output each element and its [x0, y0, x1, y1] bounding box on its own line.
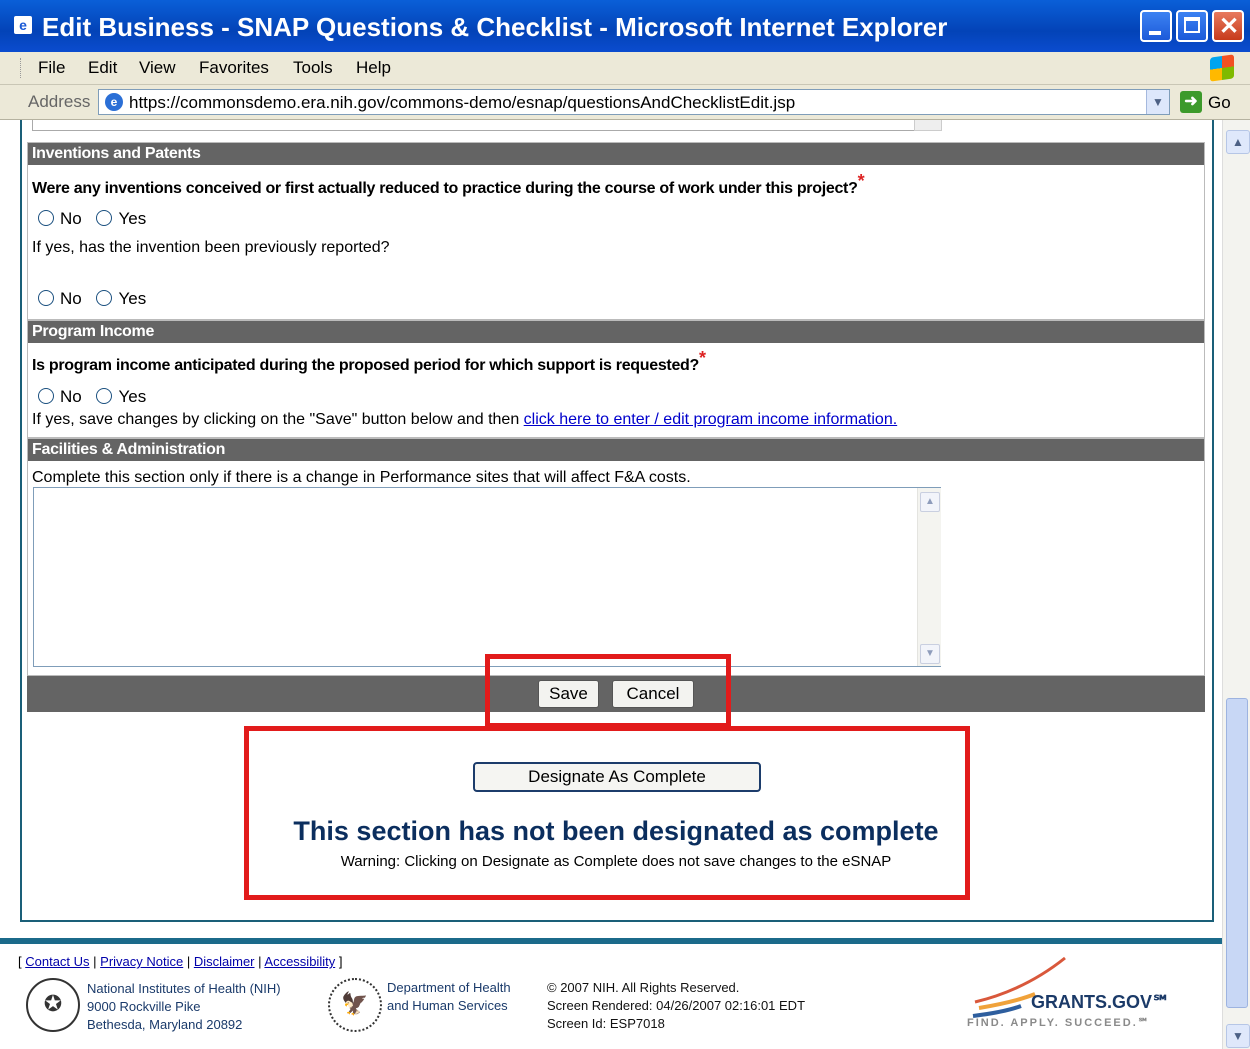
accessibility-link[interactable]: Accessibility	[264, 954, 335, 969]
hhs-line-1: Department of Health	[387, 980, 511, 995]
close-button[interactable]: ✕	[1212, 10, 1244, 42]
windows-logo-icon	[1210, 54, 1234, 82]
hhs-line-2: and Human Services	[387, 998, 508, 1013]
address-dropdown-icon[interactable]: ▼	[1146, 90, 1169, 114]
highlight-save-cancel	[485, 654, 731, 728]
nih-seal-icon: ✪	[26, 978, 80, 1032]
nih-street: 9000 Rockville Pike	[87, 999, 201, 1014]
facilities-textarea[interactable]	[33, 487, 941, 667]
inventions-no-radio[interactable]	[38, 210, 54, 226]
program-income-note: If yes, save changes by clicking on the …	[32, 411, 897, 429]
window-title-bar: e Edit Business - SNAP Questions & Check…	[0, 0, 1250, 52]
footer-divider	[0, 938, 1222, 944]
grants-gov-logo: GRANTS.GOV℠ FIND. APPLY. SUCCEED.℠	[965, 950, 1215, 1030]
close-icon: ✕	[1219, 13, 1240, 40]
previous-textarea-scrollbar	[914, 120, 942, 131]
menu-favorites[interactable]: Favorites	[199, 58, 269, 78]
toolbar-grip[interactable]	[20, 58, 23, 78]
minimize-button[interactable]	[1140, 10, 1172, 42]
program-income-header: Program Income	[28, 321, 1204, 343]
nih-address: National Institutes of Health (NIH) 9000…	[87, 980, 281, 1034]
nih-city: Bethesda, Maryland 20892	[87, 1017, 243, 1032]
menu-edit[interactable]: Edit	[88, 58, 117, 78]
highlight-designate	[244, 726, 970, 900]
program-income-link[interactable]: click here to enter / edit program incom…	[524, 411, 898, 428]
page-icon: e	[105, 93, 123, 111]
hhs-name: Department of Health and Human Services	[387, 979, 511, 1015]
hhs-seal-icon: 🦅	[328, 978, 382, 1032]
program-income-question-text: Is program income anticipated during the…	[32, 357, 700, 374]
screen-rendered: Screen Rendered: 04/26/2007 02:16:01 EDT	[547, 998, 806, 1013]
required-marker: *	[857, 171, 865, 191]
scroll-down-icon[interactable]: ▼	[920, 644, 940, 664]
inventions-yes-radio[interactable]	[96, 210, 113, 226]
go-button[interactable]: Go	[1208, 93, 1231, 113]
copyright: © 2007 NIH. All Rights Reserved.	[547, 980, 740, 995]
go-arrow-icon[interactable]: ➜	[1180, 91, 1202, 113]
disclaimer-link[interactable]: Disclaimer	[194, 954, 255, 969]
nih-name: National Institutes of Health (NIH)	[87, 981, 281, 996]
address-url[interactable]: https://commonsdemo.era.nih.gov/commons-…	[129, 93, 795, 113]
facilities-note: Complete this section only if there is a…	[32, 469, 691, 486]
page-scroll-down-icon[interactable]: ▼	[1226, 1024, 1250, 1048]
inventions-radio-group: No Yes	[38, 209, 156, 229]
grants-gov-tagline: FIND. APPLY. SUCCEED.℠	[967, 1017, 1151, 1029]
reported-yes-radio[interactable]	[96, 290, 113, 306]
facilities-section: Facilities & Administration Complete thi…	[27, 438, 1205, 676]
menu-help[interactable]: Help	[356, 58, 391, 78]
program-income-yes-radio[interactable]	[96, 388, 113, 404]
reported-no-label: No	[60, 289, 82, 308]
menu-file[interactable]: File	[38, 58, 65, 78]
menu-tools[interactable]: Tools	[293, 58, 333, 78]
facilities-header: Facilities & Administration	[28, 439, 1204, 461]
program-income-section: Program Income Is program income anticip…	[27, 320, 1205, 438]
footer-links: [ Contact Us | Privacy Notice | Disclaim…	[18, 954, 343, 969]
inventions-followup: If yes, has the invention been previousl…	[32, 239, 390, 256]
inventions-section: Inventions and Patents Were any inventio…	[27, 142, 1205, 320]
address-bar: Address e https://commonsdemo.era.nih.go…	[0, 85, 1250, 120]
reported-no-radio[interactable]	[38, 290, 54, 306]
program-income-note-text: If yes, save changes by clicking on the …	[32, 411, 520, 428]
internet-explorer-icon: e	[14, 16, 32, 34]
inventions-no-label: No	[60, 209, 82, 228]
inventions-yes-label: Yes	[118, 209, 147, 228]
page-viewport: Inventions and Patents Were any inventio…	[0, 120, 1222, 1049]
privacy-notice-link[interactable]: Privacy Notice	[100, 954, 183, 969]
facilities-textarea-scrollbar[interactable]: ▲ ▼	[917, 488, 941, 666]
inventions-question-text: Were any inventions conceived or first a…	[32, 180, 858, 197]
previous-textarea-bottom	[32, 120, 942, 131]
program-income-no-label: No	[60, 387, 82, 406]
program-income-question: Is program income anticipated during the…	[32, 348, 706, 375]
footer-info: © 2007 NIH. All Rights Reserved. Screen …	[547, 979, 805, 1033]
menu-view[interactable]: View	[139, 58, 176, 78]
window-title: Edit Business - SNAP Questions & Checkli…	[42, 12, 948, 42]
page-scroll-thumb[interactable]	[1226, 698, 1248, 1008]
grants-gov-brand: GRANTS.GOV℠	[1031, 992, 1171, 1012]
screen-id: Screen Id: ESP7018	[547, 1016, 665, 1031]
maximize-button[interactable]	[1176, 10, 1208, 42]
program-income-radio-group: No Yes	[38, 387, 156, 407]
menu-bar: File Edit View Favorites Tools Help	[0, 52, 1250, 85]
reported-radio-group: No Yes	[38, 289, 156, 309]
inventions-question: Were any inventions conceived or first a…	[32, 171, 865, 198]
page-scroll-up-icon[interactable]: ▲	[1226, 130, 1250, 154]
inventions-header: Inventions and Patents	[28, 143, 1204, 165]
program-income-yes-label: Yes	[118, 387, 147, 406]
page-scrollbar[interactable]: ▲ ▼	[1222, 120, 1250, 1049]
contact-us-link[interactable]: Contact Us	[25, 954, 89, 969]
scroll-up-icon[interactable]: ▲	[920, 492, 940, 512]
required-marker: *	[699, 348, 706, 368]
address-input[interactable]: e https://commonsdemo.era.nih.gov/common…	[98, 89, 1170, 115]
program-income-no-radio[interactable]	[38, 388, 54, 404]
address-label: Address	[28, 92, 91, 111]
reported-yes-label: Yes	[118, 289, 147, 308]
